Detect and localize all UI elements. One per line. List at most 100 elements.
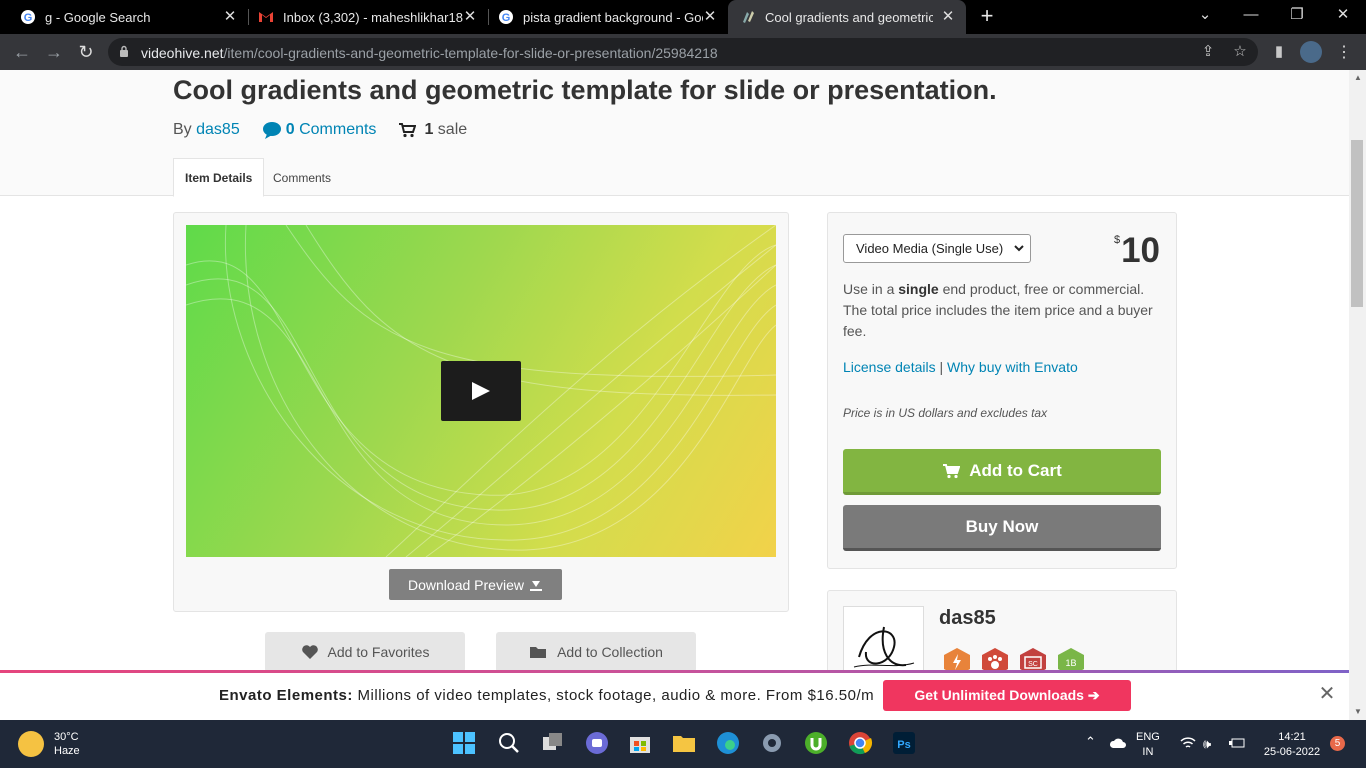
tab-item-details[interactable]: Item Details — [173, 158, 265, 197]
browser-tab-pista-gradient[interactable]: G pista gradient background - Goo ✕ — [478, 0, 728, 34]
preview-panel: Download Preview — [173, 212, 789, 612]
price: $10 — [1113, 231, 1160, 270]
play-icon — [472, 382, 490, 400]
notification-count-badge[interactable]: 5 — [1330, 736, 1345, 751]
tab-search-chevron-icon[interactable]: ⌄ — [1195, 5, 1215, 25]
item-meta: By das85 0 Comments 1 sale — [173, 121, 467, 139]
wifi-icon[interactable] — [1180, 736, 1196, 750]
get-unlimited-downloads-button[interactable]: Get Unlimited Downloads ➔ — [883, 680, 1131, 711]
browser-tab-videohive[interactable]: Cool gradients and geometric te ✕ — [728, 0, 966, 34]
settings-gear-icon[interactable] — [759, 730, 785, 756]
task-view-icon[interactable] — [540, 730, 566, 756]
heart-icon — [301, 645, 318, 659]
google-icon: G — [20, 9, 36, 25]
page-content: Cool gradients and geometric template fo… — [0, 70, 1349, 720]
envato-icon — [740, 9, 756, 25]
svg-text:Ps: Ps — [897, 739, 910, 751]
tab-title: pista gradient background - Goo — [523, 9, 703, 25]
close-banner-icon[interactable]: ✕ — [1318, 684, 1336, 704]
onedrive-cloud-icon[interactable] — [1109, 737, 1127, 749]
play-button[interactable] — [441, 361, 521, 421]
browser-tab-google-search[interactable]: G g - Google Search ✕ — [0, 0, 248, 34]
buy-now-button[interactable]: Buy Now — [843, 505, 1161, 551]
reload-icon[interactable]: ↻ — [76, 42, 96, 62]
close-tab-icon[interactable]: ✕ — [940, 9, 956, 25]
add-to-collection-button[interactable]: Add to Collection — [496, 632, 696, 672]
close-window-icon[interactable]: ✕ — [1333, 5, 1353, 25]
temperature: 30°C — [54, 731, 79, 743]
forward-arrow-icon[interactable]: → — [44, 42, 64, 62]
bookmark-star-icon[interactable]: ☆ — [1231, 43, 1249, 61]
license-select[interactable]: Video Media (Single Use) — [843, 234, 1031, 263]
teams-chat-icon[interactable] — [584, 730, 610, 756]
tab-title: g - Google Search — [45, 9, 151, 25]
svg-text:G: G — [24, 12, 33, 24]
new-tab-button[interactable]: + — [976, 5, 998, 29]
license-links: License details | Why buy with Envato — [843, 359, 1078, 375]
tab-title: Inbox (3,302) - maheshlikhar18@ — [283, 9, 463, 25]
windows-taskbar: 30°C Haze Ps ⌃ ENG IN 🕪 14:21 25-06-2022 — [0, 720, 1366, 768]
folder-icon — [530, 647, 547, 658]
license-description: Use in a single end product, free or com… — [843, 281, 1153, 339]
scroll-down-arrow-icon[interactable]: ▼ — [1353, 707, 1363, 717]
google-icon: G — [498, 9, 514, 25]
windows-start-icon[interactable] — [451, 730, 477, 756]
add-to-favorites-button[interactable]: Add to Favorites — [265, 632, 465, 672]
close-tab-icon[interactable]: ✕ — [462, 9, 478, 25]
microsoft-store-icon[interactable] — [627, 730, 653, 756]
why-buy-link[interactable]: Why buy with Envato — [947, 359, 1078, 375]
author-link[interactable]: das85 — [196, 121, 240, 139]
browser-tab-strip: G g - Google Search ✕ Inbox (3,302) - ma… — [0, 0, 1366, 34]
back-arrow-icon[interactable]: ← — [12, 42, 32, 62]
weather-widget[interactable]: 30°C Haze — [18, 730, 80, 758]
profile-avatar[interactable] — [1300, 41, 1322, 63]
utorrent-icon[interactable] — [803, 730, 829, 756]
browser-toolbar: ← → ↻ videohive.net/item/cool-gradients-… — [0, 34, 1366, 70]
svg-text:G: G — [502, 12, 511, 24]
svg-text:1B: 1B — [1065, 658, 1076, 668]
menu-kebab-icon[interactable]: ⋮ — [1336, 42, 1352, 62]
battery-icon[interactable] — [1229, 737, 1245, 749]
search-icon[interactable] — [496, 730, 522, 756]
chrome-icon[interactable] — [847, 730, 873, 756]
item-header: Cool gradients and geometric template fo… — [0, 70, 1349, 197]
purchase-panel: Video Media (Single Use) $10 Use in a si… — [827, 212, 1177, 569]
speech-bubble-icon — [262, 122, 281, 139]
url-text: videohive.net/item/cool-gradients-and-ge… — [141, 45, 718, 61]
banner-text: Envato Elements: Millions of video templ… — [219, 687, 875, 704]
address-bar[interactable]: videohive.net/item/cool-gradients-and-ge… — [108, 38, 1258, 66]
minimize-icon[interactable]: — — [1241, 5, 1261, 25]
language-indicator[interactable]: ENG IN — [1136, 730, 1160, 760]
video-preview-thumbnail[interactable] — [186, 225, 776, 557]
author-name[interactable]: das85 — [939, 607, 996, 630]
cart-icon — [943, 463, 961, 478]
volume-icon[interactable]: 🕪 — [1203, 736, 1211, 751]
item-title: Cool gradients and geometric template fo… — [173, 75, 997, 105]
tab-title: Cool gradients and geometric te — [765, 9, 933, 25]
banner-gradient-bar — [0, 670, 1349, 673]
tab-comments[interactable]: Comments — [262, 158, 342, 197]
chevron-down-icon — [1014, 245, 1024, 252]
add-to-cart-button[interactable]: Add to Cart — [843, 449, 1161, 495]
license-details-link[interactable]: License details — [843, 359, 936, 375]
comments-link[interactable]: 0 Comments — [262, 121, 376, 139]
download-icon — [529, 580, 542, 591]
gmail-icon — [258, 9, 274, 25]
sales-count: 1 sale — [398, 121, 467, 139]
file-explorer-icon[interactable] — [671, 730, 697, 756]
close-tab-icon[interactable]: ✕ — [702, 9, 718, 25]
scroll-up-arrow-icon[interactable]: ▲ — [1353, 73, 1363, 83]
side-panel-icon[interactable]: ▮ — [1270, 43, 1288, 61]
scrollbar-thumb[interactable] — [1351, 140, 1363, 307]
cart-icon — [399, 123, 417, 138]
share-icon[interactable]: ⇪ — [1199, 43, 1217, 61]
clock[interactable]: 14:21 25-06-2022 — [1258, 730, 1326, 760]
download-preview-button[interactable]: Download Preview — [389, 569, 562, 600]
restore-icon[interactable]: ❐ — [1287, 5, 1307, 25]
close-tab-icon[interactable]: ✕ — [222, 9, 238, 25]
browser-tab-gmail[interactable]: Inbox (3,302) - maheshlikhar18@ ✕ — [238, 0, 488, 34]
edge-icon[interactable] — [715, 730, 741, 756]
by-label: By — [173, 121, 192, 138]
photoshop-icon[interactable]: Ps — [891, 730, 917, 756]
chevron-up-icon[interactable]: ⌃ — [1085, 734, 1096, 749]
